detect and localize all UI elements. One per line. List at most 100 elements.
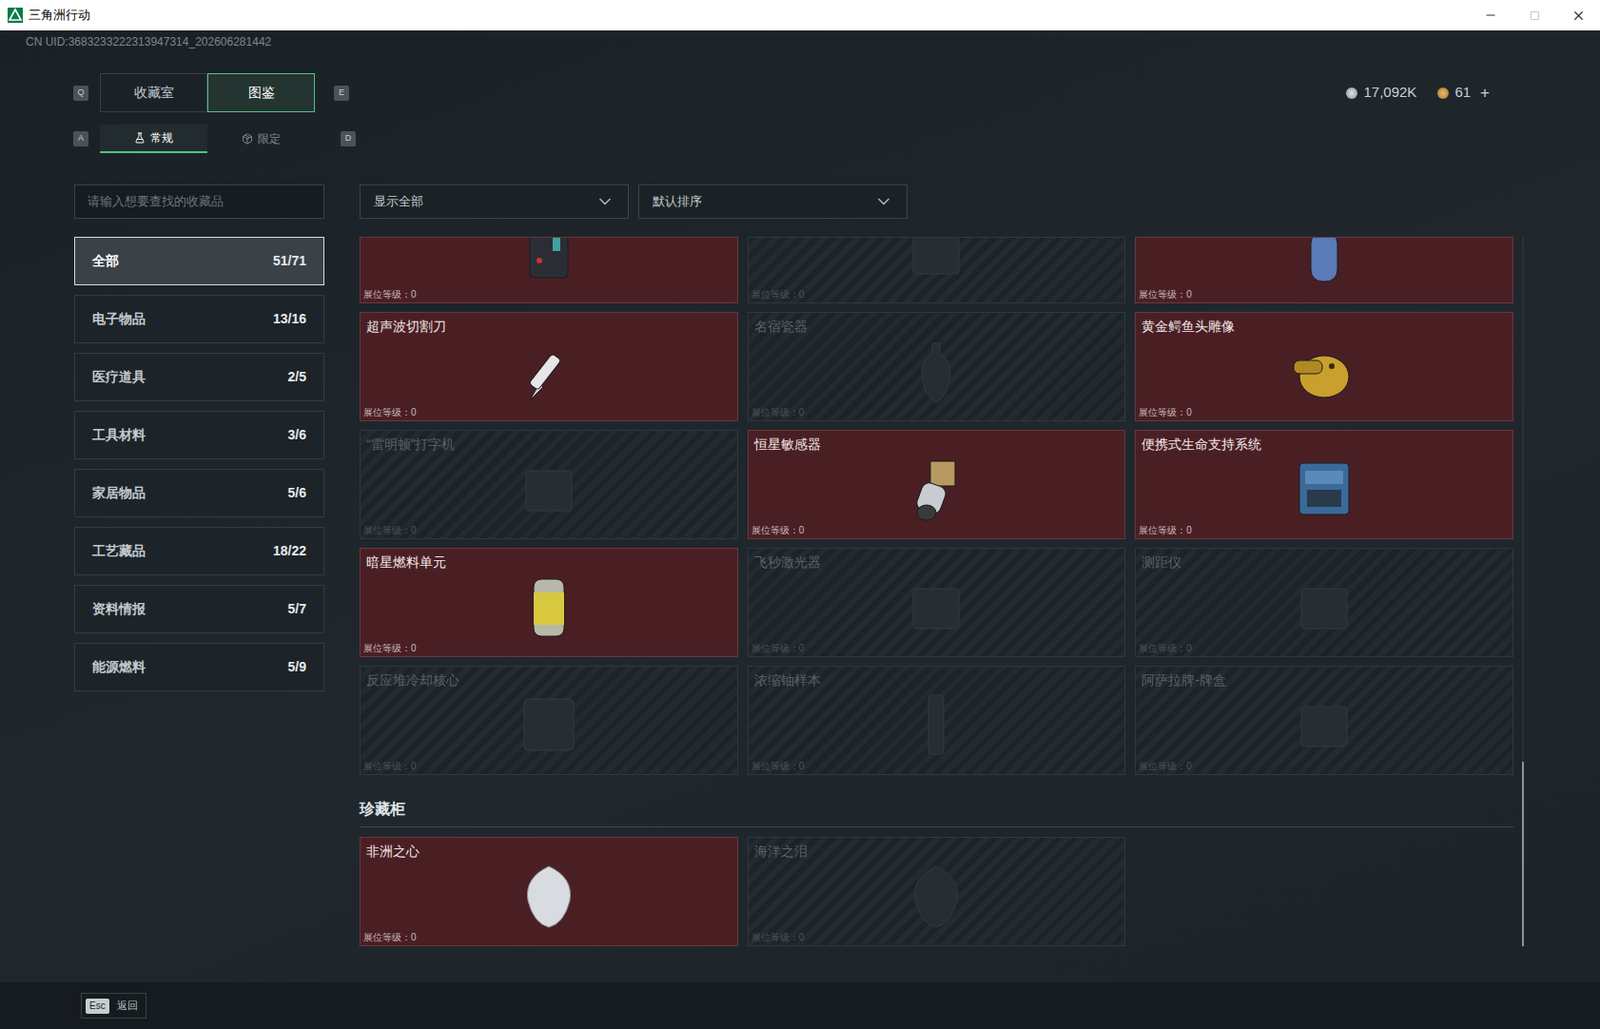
collection-card[interactable]: 阿萨拉牌-牌盒展位等级：0 (1134, 665, 1514, 776)
collection-card[interactable]: 反应堆冷却核心展位等级：0 (359, 665, 739, 776)
scrollbar-thumb[interactable] (1521, 761, 1524, 947)
display-level: 展位等级：0 (1135, 525, 1513, 539)
category-item[interactable]: 资料情报5/7 (74, 585, 325, 634)
category-label: 资料情报 (92, 599, 146, 620)
display-level: 展位等级：0 (748, 643, 1126, 657)
category-label: 工艺藏品 (92, 541, 146, 562)
back-button[interactable]: Esc返回 (80, 993, 147, 1019)
currency-bar: 17,092K 61 + (1346, 80, 1490, 106)
category-label: 医疗道具 (92, 367, 146, 388)
title-bar: 三角洲行动 (0, 0, 1600, 31)
filter-dropdown[interactable]: 显示全部 (359, 184, 629, 219)
collection-card[interactable]: 展位等级：0 (359, 236, 739, 304)
content: CN UID:3683233222313947314_202606281442 Q… (0, 30, 1600, 983)
gold-coin-icon (1437, 87, 1449, 99)
card-name: 名宿瓷器 (748, 312, 1126, 334)
sub-tab[interactable]: 限定 (207, 124, 315, 154)
key-hint: D (340, 131, 356, 147)
collection-card[interactable]: 海洋之泪展位等级：0 (747, 837, 1127, 947)
search-field[interactable]: 请输入想要查找的收藏品 (74, 184, 325, 219)
key-hint: A (73, 131, 89, 147)
category-count: 18/22 (273, 541, 307, 562)
item-picture-icon (510, 687, 587, 762)
collection-card[interactable]: “雷明顿”打字机展位等级：0 (359, 429, 739, 540)
add-currency-button[interactable]: + (1480, 80, 1490, 106)
category-item[interactable]: 医疗道具 2/5 (74, 352, 325, 402)
key-hint: E (333, 85, 350, 101)
game-logo-icon (7, 7, 23, 23)
maximize-button[interactable] (1512, 0, 1557, 31)
card-name: 黄金鳄鱼头雕像 (1135, 312, 1513, 334)
display-level: 展位等级：0 (748, 525, 1126, 539)
category-item[interactable]: 家居物品 5/6 (74, 468, 325, 518)
collection-card[interactable]: 黄金鳄鱼头雕像展位等级：0 (1134, 312, 1514, 422)
collection-card[interactable]: 便携式生命支持系统展位等级：0 (1134, 429, 1514, 540)
sub-tab[interactable]: 常规 (99, 124, 208, 154)
sidebar: 请输入想要查找的收藏品全部 51/71 电子物品 13/16 医疗道具 2/5 工具材料3/… (74, 184, 325, 947)
category-label: 电子物品 (92, 309, 146, 330)
collection-list: 展位等级：0展位等级：0展位等级：0超声波切割刀展位等级：0名宿瓷器展位等级：0… (359, 236, 1514, 947)
uid-label: CN UID:3683233222313947314_202606281442 (0, 30, 1600, 50)
display-level: 展位等级：0 (748, 289, 1126, 303)
category-label: 工具材料 (92, 425, 146, 446)
close-button[interactable] (1556, 0, 1600, 31)
section-heading: 珍藏柜 (359, 798, 1514, 828)
item-picture-icon (897, 451, 975, 527)
collection-card[interactable]: 暗星燃料单元展位等级：0 (359, 547, 739, 658)
display-level: 展位等级：0 (1135, 289, 1513, 303)
card-name: 恒星敏感器 (748, 430, 1126, 452)
category-count: 2/5 (288, 367, 307, 388)
category-item[interactable]: 工具材料3/6 (74, 410, 325, 460)
filter-dropdown[interactable]: 默认排序 (638, 184, 908, 219)
category-count: 5/6 (288, 483, 307, 504)
item-picture-icon (1286, 569, 1363, 644)
collection-card[interactable]: 超声波切割刀展位等级：0 (359, 312, 739, 422)
display-level: 展位等级：0 (360, 643, 738, 657)
item-picture-icon (510, 858, 587, 934)
display-level: 展位等级：0 (360, 760, 738, 775)
minimize-button[interactable] (1468, 0, 1513, 31)
main-tab[interactable]: 图鉴 (207, 73, 315, 113)
collection-card[interactable]: 浓缩铀样本展位等级：0 (747, 665, 1127, 776)
display-level: 展位等级：0 (1135, 407, 1513, 421)
item-picture-icon (1286, 687, 1363, 762)
collection-card[interactable]: 展位等级：0 (1134, 236, 1514, 304)
collection-card[interactable]: 名宿瓷器展位等级：0 (747, 312, 1127, 422)
card-name: 海洋之泪 (748, 838, 1126, 859)
card-name: “雷明顿”打字机 (360, 430, 738, 452)
category-item[interactable]: 工艺藏品 18/22 (74, 526, 325, 576)
category-item[interactable]: 全部 51/71 (74, 236, 325, 286)
card-name: 飞秒激光器 (748, 548, 1126, 570)
key-hint: Q (73, 85, 89, 101)
category-count: 13/16 (273, 309, 307, 330)
card-name: 暗星燃料单元 (360, 548, 738, 570)
main-tab[interactable]: 收藏室 (99, 73, 208, 113)
category-label: 全部 (92, 251, 119, 272)
currency-value: 61 (1454, 81, 1471, 104)
category-label: 家居物品 (92, 483, 146, 504)
display-level: 展位等级：0 (1135, 760, 1513, 775)
item-picture-icon (1286, 236, 1363, 290)
scrollbar[interactable] (1521, 236, 1524, 947)
card-name: 测距仪 (1135, 548, 1513, 570)
card-name: 反应堆冷却核心 (360, 666, 738, 688)
category-count: 51/71 (273, 251, 307, 272)
collection-card[interactable]: 展位等级：0 (747, 236, 1127, 304)
card-name: 浓缩铀样本 (748, 666, 1126, 688)
collection-card[interactable]: 飞秒激光器展位等级：0 (747, 547, 1127, 658)
minimize-icon (1483, 8, 1498, 22)
item-picture-icon (1286, 333, 1363, 409)
silver-coin-icon (1346, 87, 1358, 99)
display-level: 展位等级：0 (360, 407, 738, 421)
item-picture-icon (897, 333, 975, 409)
currency-value: 17,092K (1363, 81, 1417, 104)
collection-card[interactable]: 恒星敏感器展位等级：0 (747, 429, 1127, 540)
category-item[interactable]: 能源燃料5/9 (74, 643, 325, 692)
collection-card[interactable]: 测距仪展位等级：0 (1134, 547, 1514, 658)
card-name: 便携式生命支持系统 (1135, 430, 1513, 452)
item-picture-icon (897, 858, 975, 934)
item-picture-icon (897, 569, 975, 644)
regular-icon (134, 132, 146, 144)
collection-card[interactable]: 非洲之心展位等级：0 (359, 837, 739, 947)
category-item[interactable]: 电子物品 13/16 (74, 294, 325, 344)
